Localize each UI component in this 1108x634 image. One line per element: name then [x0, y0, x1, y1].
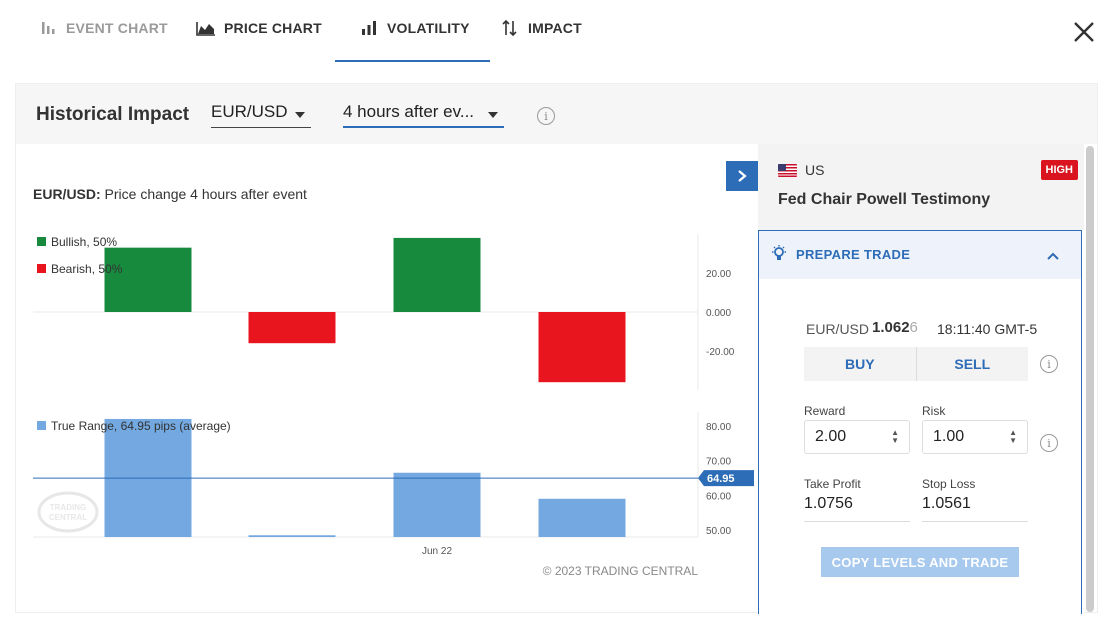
- bearish-bar: [538, 312, 626, 383]
- y-tick-label: 0.000: [706, 308, 731, 319]
- prepare-trade-section: PREPARE TRADE EUR/USD 1.0626 18:11:40 GM…: [758, 230, 1082, 614]
- signal-bars-icon: [359, 18, 379, 38]
- buy-sell-toggle: BUY SELL: [804, 347, 1028, 381]
- buy-button[interactable]: BUY: [804, 347, 916, 381]
- legend-label: Bullish, 50%: [51, 235, 117, 249]
- panel-scrollbar[interactable]: [1086, 146, 1094, 612]
- tab-label: PRICE CHART: [224, 20, 322, 36]
- copyright-text: © 2023 TRADING CENTRAL: [543, 564, 699, 578]
- risk-stepper[interactable]: 1.00 ▲ ▼: [922, 420, 1028, 454]
- trading-central-watermark: TRADING CENTRAL: [37, 491, 99, 533]
- impact-badge: HIGH: [1040, 160, 1078, 180]
- reward-value: 2.00: [815, 428, 847, 445]
- legend-swatch: [37, 264, 46, 273]
- info-icon[interactable]: i: [1040, 434, 1058, 452]
- reward-label: Reward: [804, 404, 846, 418]
- copy-levels-and-trade-button[interactable]: COPY LEVELS AND TRADE: [821, 547, 1019, 577]
- stop-loss-label: Stop Loss: [922, 477, 976, 491]
- volatility-chart: TRADING CENTRAL 20.00 0.000 -20.00 Bullish,…: [33, 234, 754, 578]
- y-tick-label: -20.00: [706, 347, 735, 358]
- tab-label: VOLATILITY: [387, 20, 470, 36]
- tab-impact[interactable]: IMPACT: [500, 18, 582, 62]
- stop-loss-value[interactable]: 1.0561: [922, 495, 1028, 522]
- true-range-bar: [538, 498, 626, 537]
- quote-time: 18:11:40 GMT-5: [937, 321, 1038, 337]
- quote-price: 1.0626: [872, 319, 918, 336]
- bullish-bar: [393, 237, 481, 312]
- true-range-bar: [248, 535, 336, 537]
- legend-swatch: [37, 237, 46, 246]
- tab-bar: EVENT CHART PRICE CHART VOLATILITY IMPAC…: [0, 0, 1108, 66]
- historical-impact-card: Historical Impact EUR/USD 4 hours after …: [15, 83, 1098, 614]
- stepper-arrows-icon[interactable]: ▲ ▼: [891, 429, 899, 445]
- risk-value: 1.00: [933, 428, 965, 445]
- chevron-right-icon: [738, 170, 747, 182]
- price-last-digit: 6: [909, 319, 918, 336]
- event-summary: US HIGH Fed Chair Powell Testimony: [758, 144, 1084, 230]
- x-tick-label: Jun 22: [422, 546, 452, 557]
- quote-pair: EUR/USD: [806, 321, 870, 337]
- prepare-trade-label: PREPARE TRADE: [796, 247, 911, 262]
- take-profit-label: Take Profit: [804, 477, 861, 491]
- tab-price-chart[interactable]: PRICE CHART: [196, 20, 322, 62]
- y-tick-label: 60.00: [706, 491, 731, 502]
- pair-select[interactable]: EUR/USD: [211, 100, 311, 128]
- us-flag-icon: [778, 164, 797, 177]
- tab-volatility[interactable]: VOLATILITY: [335, 18, 490, 62]
- y-tick-label: 70.00: [706, 457, 731, 468]
- true-range-bar: [393, 472, 481, 537]
- stepper-arrows-icon[interactable]: ▲ ▼: [1009, 429, 1017, 445]
- card-header: Historical Impact EUR/USD 4 hours after …: [16, 84, 1097, 144]
- chevron-up-icon[interactable]: [1047, 247, 1059, 265]
- legend-label: True Range, 64.95 pips (average): [51, 419, 231, 433]
- caret-down-icon: [295, 112, 305, 118]
- event-name: Fed Chair Powell Testimony: [778, 191, 991, 208]
- prepare-trade-header[interactable]: PREPARE TRADE: [759, 231, 1081, 279]
- period-select[interactable]: 4 hours after ev...: [343, 100, 504, 128]
- svg-text:CENTRAL: CENTRAL: [49, 513, 87, 522]
- caret-down-icon: [488, 112, 498, 118]
- y-tick-label: 50.00: [706, 526, 731, 537]
- take-profit-value[interactable]: 1.0756: [804, 495, 910, 522]
- y-tick-label: 20.00: [706, 269, 731, 280]
- average-value-label: 64.95: [707, 473, 735, 485]
- event-panel: US HIGH Fed Chair Powell Testimony PREPA…: [758, 144, 1084, 614]
- area-chart-icon: [196, 18, 216, 38]
- svg-text:TRADING: TRADING: [50, 503, 86, 512]
- price-main: 1.062: [872, 319, 910, 336]
- reward-stepper[interactable]: 2.00 ▲ ▼: [804, 420, 910, 454]
- close-icon[interactable]: [1070, 18, 1098, 46]
- risk-label: Risk: [922, 404, 946, 418]
- bullish-bar: [104, 247, 192, 312]
- lightbulb-icon: [771, 245, 787, 268]
- scrollbar-thumb[interactable]: [1086, 146, 1094, 612]
- page-title: Historical Impact: [36, 104, 190, 125]
- swap-vertical-icon: [500, 18, 520, 38]
- tab-label: EVENT CHART: [66, 20, 168, 36]
- legend-label: Bearish, 50%: [51, 262, 123, 276]
- expand-panel-button[interactable]: [726, 161, 758, 191]
- legend-swatch: [37, 421, 46, 430]
- info-icon[interactable]: i: [1040, 355, 1058, 373]
- info-icon[interactable]: i: [537, 107, 555, 125]
- bearish-bar: [248, 312, 336, 344]
- period-select-value: 4 hours after ev...: [343, 102, 475, 121]
- sell-button[interactable]: SELL: [915, 347, 1029, 381]
- tab-label: IMPACT: [528, 20, 582, 36]
- chart-area: EUR/USD: Price change 4 hours after even…: [16, 144, 758, 614]
- pair-select-value: EUR/USD: [211, 102, 288, 121]
- tab-event-chart[interactable]: EVENT CHART: [38, 20, 168, 62]
- bar-chart-icon: [38, 18, 58, 38]
- y-tick-label: 80.00: [706, 422, 731, 433]
- country-label: US: [805, 162, 825, 178]
